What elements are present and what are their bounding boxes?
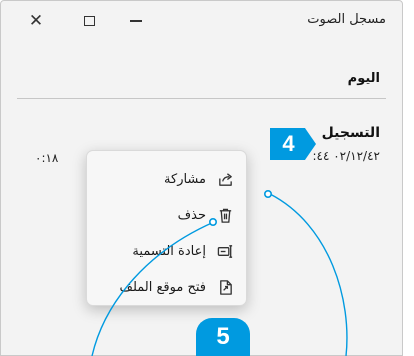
minimize-icon[interactable] bbox=[123, 10, 149, 32]
menu-item-label: إعادة التسمية bbox=[132, 243, 206, 259]
context-menu: مشاركة حذف إعادة التسمية فتح موقع الملف bbox=[86, 150, 247, 306]
maximize-icon[interactable] bbox=[76, 10, 102, 32]
menu-item-open-file-location[interactable]: فتح موقع الملف bbox=[87, 269, 246, 305]
rename-icon bbox=[216, 242, 234, 260]
open-file-location-icon bbox=[216, 278, 234, 296]
menu-item-label: فتح موقع الملف bbox=[119, 279, 206, 295]
section-header-today: اليوم bbox=[347, 71, 380, 86]
recording-name[interactable]: التسجيل bbox=[322, 125, 380, 141]
close-icon[interactable]: ✕ bbox=[23, 10, 49, 32]
delete-icon bbox=[216, 206, 234, 224]
recording-date: ٠٢/١٢/٤٢ ٤٤: bbox=[312, 149, 380, 163]
menu-item-label: حذف bbox=[177, 207, 206, 223]
recording-duration: ٠:١٨ bbox=[35, 151, 59, 165]
app-title: مسجل الصوت bbox=[307, 12, 386, 27]
section-divider bbox=[17, 98, 386, 99]
menu-item-rename[interactable]: إعادة التسمية bbox=[87, 233, 246, 269]
menu-item-label: مشاركة bbox=[164, 171, 206, 187]
share-icon bbox=[216, 170, 234, 188]
menu-item-delete[interactable]: حذف bbox=[87, 197, 246, 233]
title-bar: مسجل الصوت ✕ bbox=[1, 1, 402, 41]
menu-item-share[interactable]: مشاركة bbox=[87, 161, 246, 197]
step-badge-5: 5 bbox=[196, 318, 250, 356]
